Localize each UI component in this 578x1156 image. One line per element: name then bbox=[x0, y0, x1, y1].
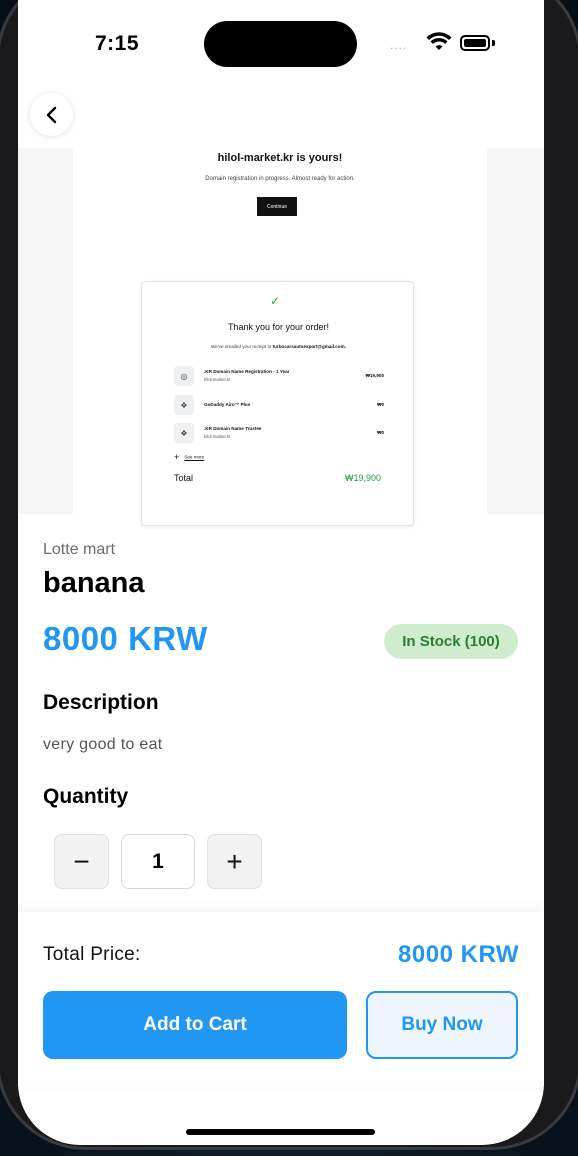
receipt-card: ✓ Thank you for your order! We've emaile… bbox=[141, 281, 414, 526]
receipt-screenshot: hilol-market.kr is yours! Domain registr… bbox=[73, 148, 487, 526]
receipt-see-more: + See more bbox=[174, 452, 205, 462]
quantity-value: 1 bbox=[121, 834, 195, 889]
product-image: hilol-market.kr is yours! Domain registr… bbox=[18, 148, 544, 526]
increment-button[interactable]: + bbox=[207, 834, 262, 889]
receipt-total-label: Total bbox=[174, 473, 194, 483]
add-to-cart-button[interactable]: Add to Cart bbox=[43, 991, 347, 1059]
wifi-icon bbox=[426, 32, 452, 50]
description-text: very good to eat bbox=[43, 736, 163, 753]
chevron-left-icon bbox=[46, 106, 56, 123]
check-icon: ✓ bbox=[270, 294, 281, 308]
receipt-item: ◎ .KR Domain Name Registration - 1 Year … bbox=[174, 366, 384, 388]
screen: 7:15 .... hilol-market.kr is yours! Doma… bbox=[18, 0, 544, 1145]
receipt-emailed: We've emailed your receipt to turbocarsa… bbox=[211, 344, 346, 349]
receipt-item-sub: hilol-market.kr bbox=[204, 434, 231, 439]
receipt-item-price: ₩19,900 bbox=[365, 373, 384, 378]
plus-icon: + bbox=[174, 452, 180, 462]
back-button[interactable] bbox=[30, 93, 73, 136]
product-name: banana bbox=[43, 567, 145, 599]
receipt-total-value: ₩19,900 bbox=[344, 473, 381, 483]
total-price-value: 8000 KRW bbox=[398, 941, 519, 968]
status-time: 7:15 bbox=[95, 32, 140, 55]
receipt-subtitle: Domain registration in progress. Almost … bbox=[205, 176, 355, 182]
decrement-button[interactable]: − bbox=[54, 834, 109, 889]
quantity-heading: Quantity bbox=[43, 785, 129, 808]
receipt-item-price: ₩0 bbox=[377, 430, 384, 435]
home-indicator[interactable] bbox=[186, 1129, 375, 1135]
receipt-thank-you: Thank you for your order! bbox=[227, 322, 330, 332]
battery-nub bbox=[492, 40, 495, 46]
receipt-item: ❖ GoDaddy Airo™ Plus ₩0 bbox=[174, 395, 384, 417]
shield-icon: ❖ bbox=[174, 423, 194, 443]
globe-icon: ◎ bbox=[174, 366, 194, 386]
total-price-label: Total Price: bbox=[43, 944, 141, 965]
shield-icon: ❖ bbox=[174, 395, 194, 415]
receipt-item: ❖ .KR Domain Name Trustee hilol-market.k… bbox=[174, 423, 384, 445]
receipt-item-name: .KR Domain Name Registration - 1 Year bbox=[204, 369, 290, 374]
dynamic-island bbox=[204, 21, 357, 67]
status-bar: 7:15 .... bbox=[18, 0, 544, 80]
stock-badge: In Stock (100) bbox=[384, 624, 518, 659]
checkout-bar: Total Price: 8000 KRW Add to Cart Buy No… bbox=[18, 912, 544, 1087]
receipt-item-price: ₩0 bbox=[377, 402, 384, 407]
receipt-item-name: .KR Domain Name Trustee bbox=[204, 426, 262, 431]
buy-now-button[interactable]: Buy Now bbox=[366, 991, 518, 1059]
receipt-item-sub: hilol-market.kr bbox=[204, 377, 231, 382]
cellular-signal-icon: .... bbox=[390, 38, 408, 52]
battery-icon bbox=[460, 35, 490, 51]
receipt-item-name: GoDaddy Airo™ Plus bbox=[204, 402, 251, 407]
receipt-title: hilol-market.kr is yours! bbox=[217, 152, 343, 164]
store-name: Lotte mart bbox=[43, 541, 116, 558]
description-heading: Description bbox=[43, 691, 159, 714]
receipt-continue-button: Continue bbox=[257, 197, 297, 216]
product-price: 8000 KRW bbox=[43, 620, 208, 657]
phone: 7:15 .... hilol-market.kr is yours! Doma… bbox=[0, 0, 578, 1156]
